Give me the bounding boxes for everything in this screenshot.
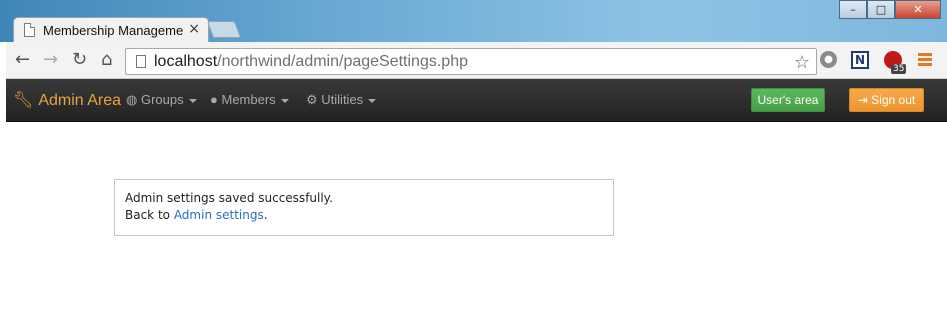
- extension-badge: 35: [891, 64, 907, 74]
- url-host: localhost: [154, 52, 218, 70]
- maximize-button[interactable]: □: [867, 0, 895, 19]
- caret-down-icon: [368, 98, 377, 103]
- browser-tab[interactable]: Membership Managemen ×: [13, 17, 209, 42]
- speech-bubble-extension-icon[interactable]: ●: [820, 51, 837, 68]
- cog-icon: ⚙: [306, 92, 318, 107]
- browser-menu-icon[interactable]: [918, 53, 932, 68]
- n-extension-icon[interactable]: N: [851, 51, 869, 69]
- caret-down-icon: [188, 98, 197, 103]
- close-window-button[interactable]: ✕: [895, 0, 941, 19]
- back-prefix: Back to: [125, 208, 174, 222]
- tab-close-icon[interactable]: ×: [188, 21, 200, 37]
- back-arrow-icon[interactable]: ←: [15, 51, 30, 69]
- admin-navbar: 🔧︎ Admin Area ◍ Groups ● Members ⚙ Utilit…: [6, 79, 947, 122]
- user-icon: ●: [210, 92, 218, 107]
- nav-groups-label: Groups: [140, 92, 184, 107]
- url-path: /northwind/admin/pageSettings.php: [217, 52, 468, 70]
- admin-settings-link[interactable]: Admin settings: [174, 208, 264, 222]
- window-controls: – □ ✕: [839, 0, 941, 19]
- page-icon: [24, 23, 35, 37]
- address-bar[interactable]: localhost/northwind/admin/pageSettings.p…: [125, 48, 817, 75]
- back-suffix: .: [263, 208, 268, 222]
- tab-title: Membership Managemen: [43, 22, 183, 38]
- sign-out-label: Sign out: [871, 93, 916, 107]
- nav-utilities-label: Utilities: [321, 92, 364, 107]
- sign-out-icon: ⇥: [857, 93, 868, 107]
- caret-down-icon: [280, 98, 289, 103]
- wrench-icon: 🔧︎: [13, 92, 34, 109]
- globe-icon: ◍: [126, 92, 138, 107]
- nav-members-dropdown[interactable]: ● Members: [210, 92, 289, 107]
- nav-groups-dropdown[interactable]: ◍ Groups: [126, 92, 197, 108]
- users-area-button[interactable]: User's area: [751, 88, 825, 112]
- success-message: Admin settings saved successfully.: [125, 191, 333, 205]
- home-icon[interactable]: ⌂: [101, 51, 112, 69]
- nav-members-label: Members: [221, 92, 276, 107]
- success-message-box: Admin settings saved successfully. Back …: [114, 179, 614, 236]
- bookmark-star-icon[interactable]: ☆: [794, 52, 810, 73]
- page-icon: [136, 55, 146, 68]
- back-line: Back to Admin settings.: [125, 207, 603, 224]
- new-tab-button[interactable]: [206, 21, 242, 38]
- brand-link[interactable]: 🔧︎ Admin Area: [13, 90, 121, 110]
- sign-out-button[interactable]: ⇥ Sign out: [849, 88, 924, 112]
- brand-label: Admin Area: [38, 92, 122, 109]
- nav-utilities-dropdown[interactable]: ⚙ Utilities: [306, 92, 377, 108]
- browser-toolbar: ← → ↻ ⌂ localhost/northwind/admin/pageSe…: [6, 42, 947, 79]
- reload-icon[interactable]: ↻: [72, 51, 87, 69]
- forward-arrow-icon[interactable]: →: [43, 51, 58, 69]
- window-titlebar: Membership Managemen × – □ ✕: [0, 0, 947, 42]
- minimize-button[interactable]: –: [839, 0, 867, 19]
